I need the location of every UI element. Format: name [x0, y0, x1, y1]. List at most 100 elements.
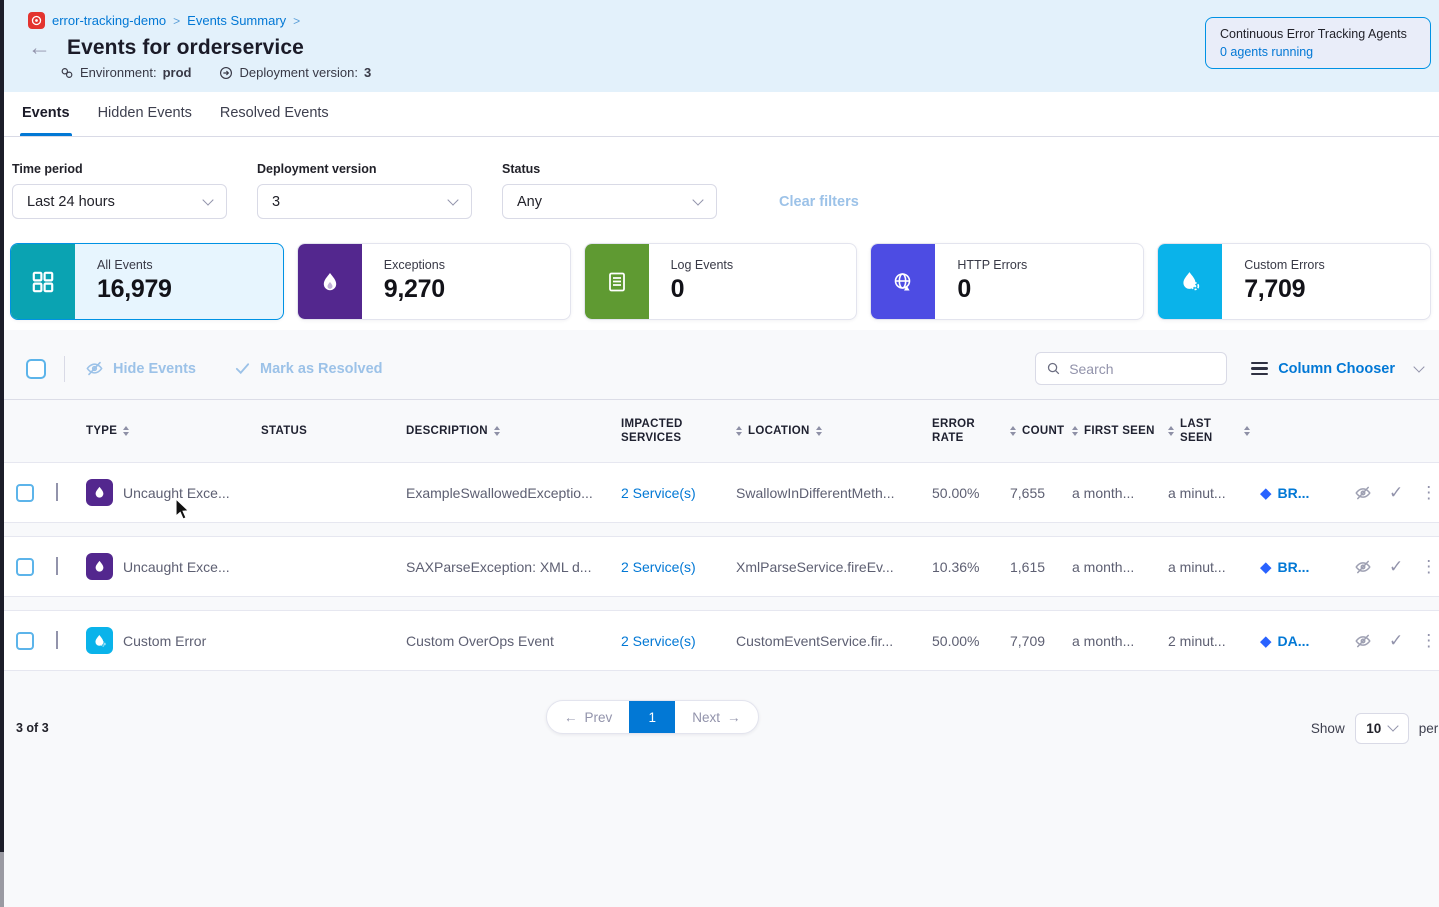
project-icon [28, 12, 45, 29]
column-header-type[interactable]: TYPE [86, 424, 236, 438]
chevron-right-icon[interactable] [56, 483, 58, 501]
card-label: Exceptions [384, 258, 445, 272]
page-header: error-tracking-demo > Events Summary > ←… [0, 0, 1439, 92]
column-header-count[interactable]: COUNT [1010, 424, 1072, 438]
prev-page-button[interactable]: ← Prev [547, 701, 629, 733]
hide-event-icon[interactable] [1354, 558, 1372, 576]
hide-event-icon[interactable] [1354, 484, 1372, 502]
event-location: XmlParseService.fireEv... [736, 559, 932, 575]
column-header-status[interactable]: STATUS [236, 424, 396, 438]
environment-meta: Environment: prod [60, 65, 191, 80]
card-all-events[interactable]: All Events 16,979 [10, 243, 284, 320]
last-seen: a minut... [1168, 485, 1260, 501]
impacted-services-link[interactable]: 2 Service(s) [621, 485, 736, 501]
table-row[interactable]: Custom Error Custom OverOps Event 2 Serv… [0, 610, 1439, 671]
sort-icon [816, 426, 822, 436]
status-select[interactable]: Any [502, 184, 717, 219]
tab-events[interactable]: Events [20, 92, 72, 136]
time-period-select[interactable]: Last 24 hours [12, 184, 227, 219]
card-custom-errors[interactable]: Custom Errors 7,709 [1157, 243, 1431, 320]
next-page-button[interactable]: Next → [675, 701, 757, 733]
status-label: Status [502, 162, 717, 176]
ticket-link[interactable]: BR... [1278, 485, 1310, 501]
table-header-row: TYPE STATUS DESCRIPTION IMPACTED SERVICE… [0, 400, 1439, 462]
card-http-errors[interactable]: HTTP Errors 0 [870, 243, 1144, 320]
impacted-services-link[interactable]: 2 Service(s) [621, 633, 736, 649]
card-value: 16,979 [97, 275, 172, 304]
page-title: Events for orderservice [67, 36, 304, 60]
ticket-link[interactable]: DA... [1278, 633, 1310, 649]
first-seen: a month... [1072, 633, 1168, 649]
hide-event-icon[interactable] [1354, 632, 1372, 650]
error-rate: 50.00% [932, 485, 1010, 501]
tab-resolved-events[interactable]: Resolved Events [218, 92, 331, 136]
row-checkbox[interactable] [16, 558, 34, 576]
column-header-first-seen[interactable]: FIRST SEEN [1072, 424, 1168, 438]
search-input[interactable] [1069, 361, 1209, 377]
resolve-event-icon[interactable]: ✓ [1389, 557, 1403, 577]
table-row[interactable]: Uncaught Exce... SAXParseException: XML … [0, 536, 1439, 597]
deployment-version-select[interactable]: 3 [257, 184, 472, 219]
row-menu-icon[interactable]: ⋮ [1420, 557, 1437, 577]
column-chooser-button[interactable]: Column Chooser [1251, 361, 1423, 377]
column-header-error-rate[interactable]: ERROR RATE [932, 417, 1010, 446]
card-label: HTTP Errors [957, 258, 1027, 272]
hide-events-button[interactable]: Hide Events [85, 359, 196, 378]
hamburger-icon [1251, 362, 1268, 376]
mark-resolved-button[interactable]: Mark as Resolved [234, 360, 383, 377]
arrow-right-icon: → [727, 710, 741, 725]
card-label: Custom Errors [1244, 258, 1325, 272]
page-size-select[interactable]: 10 [1355, 713, 1409, 744]
resolve-event-icon[interactable]: ✓ [1389, 483, 1403, 503]
chevron-down-icon [1388, 720, 1399, 731]
column-header-description[interactable]: DESCRIPTION [396, 424, 621, 438]
ticket-link[interactable]: BR... [1278, 559, 1310, 575]
pager: ← Prev 1 Next → [546, 700, 759, 734]
agents-running-link[interactable]: 0 agents running [1220, 45, 1416, 59]
back-arrow-icon[interactable]: ← [28, 36, 51, 59]
card-exceptions[interactable]: Exceptions 9,270 [297, 243, 571, 320]
sort-icon [1244, 426, 1250, 436]
breadcrumb-project-link[interactable]: error-tracking-demo [52, 13, 166, 28]
page-summary: 3 of 3 [16, 721, 49, 735]
arrow-left-icon: ← [564, 710, 578, 725]
row-menu-icon[interactable]: ⋮ [1420, 483, 1437, 503]
column-header-location[interactable]: LOCATION [736, 424, 932, 438]
chevron-down-icon [692, 194, 703, 205]
row-checkbox[interactable] [16, 484, 34, 502]
column-header-impacted-services[interactable]: IMPACTED SERVICES [621, 417, 736, 446]
sort-icon [123, 426, 129, 436]
resolve-event-icon[interactable]: ✓ [1389, 631, 1403, 651]
breadcrumb-section-link[interactable]: Events Summary [187, 13, 286, 28]
jira-ticket-icon: ◆ [1260, 632, 1272, 650]
event-type: Uncaught Exce... [123, 485, 230, 501]
event-description: ExampleSwallowedExceptio... [396, 485, 621, 501]
event-type: Uncaught Exce... [123, 559, 230, 575]
column-header-last-seen[interactable]: LAST SEEN [1168, 417, 1260, 446]
page-number-button[interactable]: 1 [629, 701, 675, 733]
impacted-services-link[interactable]: 2 Service(s) [621, 559, 736, 575]
chevron-right-icon[interactable] [56, 557, 58, 575]
document-icon [605, 270, 629, 294]
sort-icon [1010, 426, 1016, 436]
row-menu-icon[interactable]: ⋮ [1420, 631, 1437, 651]
event-location: CustomEventService.fir... [736, 633, 932, 649]
tab-hidden-events[interactable]: Hidden Events [96, 92, 194, 136]
custom-error-type-icon [86, 627, 113, 654]
filters-bar: Time period Last 24 hours Deployment ver… [0, 137, 1439, 241]
clear-filters-button[interactable]: Clear filters [779, 194, 859, 210]
event-count: 7,709 [1010, 633, 1072, 649]
window-edge-strip [0, 0, 4, 852]
row-checkbox[interactable] [16, 632, 34, 650]
sort-icon [494, 426, 500, 436]
select-all-checkbox[interactable] [26, 359, 46, 379]
chevron-right-icon[interactable] [56, 631, 58, 649]
card-log-events[interactable]: Log Events 0 [584, 243, 858, 320]
search-box [1035, 352, 1227, 385]
environment-icon [60, 66, 74, 80]
flame-gear-icon [1178, 269, 1203, 294]
show-label: Show [1311, 721, 1345, 736]
table-row[interactable]: Uncaught Exce... ExampleSwallowedExcepti… [0, 462, 1439, 523]
deployment-value: 3 [364, 65, 371, 80]
jira-ticket-icon: ◆ [1260, 484, 1272, 502]
